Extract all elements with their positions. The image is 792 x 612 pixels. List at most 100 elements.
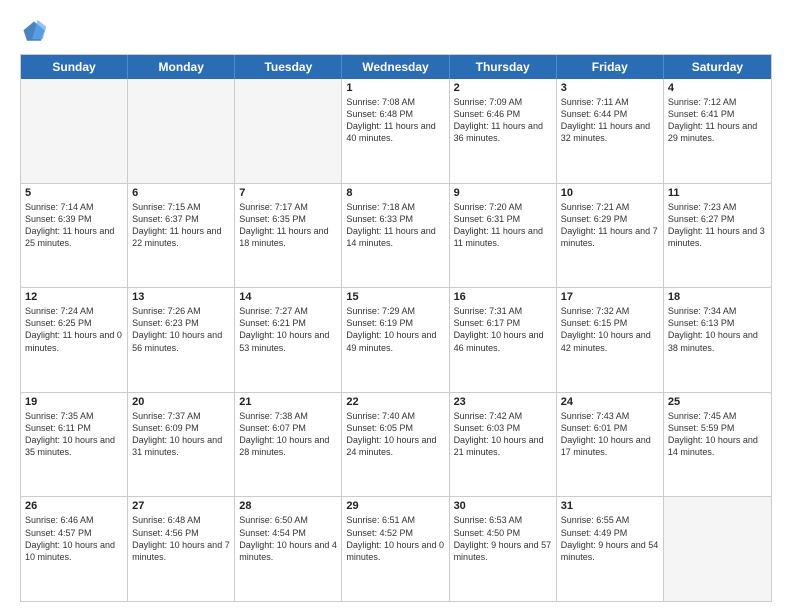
calendar-cell: 4 Sunrise: 7:12 AM Sunset: 6:41 PM Daylig… [664,79,771,183]
day-info: Sunrise: 7:17 AM Sunset: 6:35 PM Dayligh… [239,201,337,250]
calendar-cell: 29Sunrise: 6:51 AM Sunset: 4:52 PM Dayli… [342,497,449,601]
day-number: 7 [239,187,337,199]
day-number: 27 [132,500,230,512]
day-info: Sunrise: 7:29 AM Sunset: 6:19 PM Dayligh… [346,305,444,354]
header-day-saturday: Saturday [664,55,771,79]
week-row-4: 19 Sunrise: 7:35 AM Sunset: 6:11 PM Dayli… [21,393,771,498]
header-day-friday: Friday [557,55,664,79]
day-info: Sunrise: 6:51 AM Sunset: 4:52 PM Dayligh… [346,514,444,563]
day-number: 4 [668,82,767,94]
day-number: 2 [454,82,552,94]
day-info: Sunrise: 7:12 AM Sunset: 6:41 PM Dayligh… [668,96,767,145]
calendar-cell: 5 Sunrise: 7:14 AM Sunset: 6:39 PM Daylig… [21,184,128,288]
day-number: 24 [561,396,659,408]
day-info: Sunrise: 7:15 AM Sunset: 6:37 PM Dayligh… [132,201,230,250]
day-number: 16 [454,291,552,303]
calendar-cell: 24 Sunrise: 7:43 AM Sunset: 6:01 PM Dayli… [557,393,664,497]
day-number: 19 [25,396,123,408]
day-number: 14 [239,291,337,303]
calendar-cell: 3Sunrise: 7:11 AM Sunset: 6:44 PM Daylig… [557,79,664,183]
day-info: Sunrise: 7:26 AM Sunset: 6:23 PM Dayligh… [132,305,230,354]
calendar-cell [128,79,235,183]
day-info: Sunrise: 7:11 AM Sunset: 6:44 PM Dayligh… [561,96,659,145]
day-number: 18 [668,291,767,303]
calendar-cell: 22 Sunrise: 7:40 AM Sunset: 6:05 PM Dayli… [342,393,449,497]
day-info: Sunrise: 7:23 AM Sunset: 6:27 PM Dayligh… [668,201,767,250]
day-info: Sunrise: 7:42 AM Sunset: 6:03 PM Dayligh… [454,410,552,459]
logo-icon [20,18,48,46]
day-info: Sunrise: 6:46 AM Sunset: 4:57 PM Dayligh… [25,514,123,563]
calendar-header: SundayMondayTuesdayWednesdayThursdayFrid… [21,55,771,79]
day-info: Sunrise: 7:35 AM Sunset: 6:11 PM Dayligh… [25,410,123,459]
calendar-cell: 16 Sunrise: 7:31 AM Sunset: 6:17 PM Dayli… [450,288,557,392]
day-number: 23 [454,396,552,408]
day-info: Sunrise: 7:40 AM Sunset: 6:05 PM Dayligh… [346,410,444,459]
day-number: 6 [132,187,230,199]
week-row-2: 5 Sunrise: 7:14 AM Sunset: 6:39 PM Daylig… [21,184,771,289]
day-number: 12 [25,291,123,303]
calendar-cell: 20Sunrise: 7:37 AM Sunset: 6:09 PM Dayli… [128,393,235,497]
page: SundayMondayTuesdayWednesdayThursdayFrid… [0,0,792,612]
day-info: Sunrise: 7:32 AM Sunset: 6:15 PM Dayligh… [561,305,659,354]
day-number: 5 [25,187,123,199]
day-info: Sunrise: 6:48 AM Sunset: 4:56 PM Dayligh… [132,514,230,563]
day-info: Sunrise: 7:20 AM Sunset: 6:31 PM Dayligh… [454,201,552,250]
day-info: Sunrise: 7:24 AM Sunset: 6:25 PM Dayligh… [25,305,123,354]
calendar-cell: 19 Sunrise: 7:35 AM Sunset: 6:11 PM Dayli… [21,393,128,497]
day-number: 9 [454,187,552,199]
week-row-5: 26 Sunrise: 6:46 AM Sunset: 4:57 PM Dayli… [21,497,771,601]
calendar-cell: 18 Sunrise: 7:34 AM Sunset: 6:13 PM Dayli… [664,288,771,392]
calendar-cell: 7 Sunrise: 7:17 AM Sunset: 6:35 PM Daylig… [235,184,342,288]
header-day-monday: Monday [128,55,235,79]
calendar-cell: 30 Sunrise: 6:53 AM Sunset: 4:50 PM Dayli… [450,497,557,601]
day-number: 17 [561,291,659,303]
day-number: 31 [561,500,659,512]
calendar-cell: 15 Sunrise: 7:29 AM Sunset: 6:19 PM Dayli… [342,288,449,392]
calendar-cell: 8Sunrise: 7:18 AM Sunset: 6:33 PM Daylig… [342,184,449,288]
calendar-cell: 27 Sunrise: 6:48 AM Sunset: 4:56 PM Dayli… [128,497,235,601]
calendar-cell: 14Sunrise: 7:27 AM Sunset: 6:21 PM Dayli… [235,288,342,392]
day-info: Sunrise: 7:34 AM Sunset: 6:13 PM Dayligh… [668,305,767,354]
calendar-cell [21,79,128,183]
day-number: 28 [239,500,337,512]
calendar-cell: 2 Sunrise: 7:09 AM Sunset: 6:46 PM Daylig… [450,79,557,183]
day-info: Sunrise: 6:53 AM Sunset: 4:50 PM Dayligh… [454,514,552,563]
calendar-cell: 11 Sunrise: 7:23 AM Sunset: 6:27 PM Dayli… [664,184,771,288]
day-info: Sunrise: 7:14 AM Sunset: 6:39 PM Dayligh… [25,201,123,250]
calendar-cell: 31 Sunrise: 6:55 AM Sunset: 4:49 PM Dayli… [557,497,664,601]
calendar-cell: 13 Sunrise: 7:26 AM Sunset: 6:23 PM Dayli… [128,288,235,392]
calendar-cell: 28 Sunrise: 6:50 AM Sunset: 4:54 PM Dayli… [235,497,342,601]
day-number: 15 [346,291,444,303]
header-day-sunday: Sunday [21,55,128,79]
day-number: 8 [346,187,444,199]
calendar-cell: 12 Sunrise: 7:24 AM Sunset: 6:25 PM Dayli… [21,288,128,392]
day-number: 13 [132,291,230,303]
day-info: Sunrise: 7:31 AM Sunset: 6:17 PM Dayligh… [454,305,552,354]
header-day-tuesday: Tuesday [235,55,342,79]
day-info: Sunrise: 7:09 AM Sunset: 6:46 PM Dayligh… [454,96,552,145]
calendar-cell: 6 Sunrise: 7:15 AM Sunset: 6:37 PM Daylig… [128,184,235,288]
header-day-wednesday: Wednesday [342,55,449,79]
calendar-cell: 10Sunrise: 7:21 AM Sunset: 6:29 PM Dayli… [557,184,664,288]
calendar-cell: 1 Sunrise: 7:08 AM Sunset: 6:48 PM Daylig… [342,79,449,183]
calendar-cell: 23 Sunrise: 7:42 AM Sunset: 6:03 PM Dayli… [450,393,557,497]
day-number: 30 [454,500,552,512]
calendar-cell: 25Sunrise: 7:45 AM Sunset: 5:59 PM Dayli… [664,393,771,497]
calendar-cell [664,497,771,601]
calendar-cell: 9 Sunrise: 7:20 AM Sunset: 6:31 PM Daylig… [450,184,557,288]
day-number: 26 [25,500,123,512]
day-number: 21 [239,396,337,408]
calendar-cell: 17 Sunrise: 7:32 AM Sunset: 6:15 PM Dayli… [557,288,664,392]
day-info: Sunrise: 7:37 AM Sunset: 6:09 PM Dayligh… [132,410,230,459]
day-number: 1 [346,82,444,94]
day-number: 22 [346,396,444,408]
day-info: Sunrise: 6:50 AM Sunset: 4:54 PM Dayligh… [239,514,337,563]
day-info: Sunrise: 7:43 AM Sunset: 6:01 PM Dayligh… [561,410,659,459]
day-info: Sunrise: 7:08 AM Sunset: 6:48 PM Dayligh… [346,96,444,145]
day-number: 11 [668,187,767,199]
day-info: Sunrise: 6:55 AM Sunset: 4:49 PM Dayligh… [561,514,659,563]
calendar-cell: 26 Sunrise: 6:46 AM Sunset: 4:57 PM Dayli… [21,497,128,601]
header-day-thursday: Thursday [450,55,557,79]
header [20,18,772,46]
week-row-3: 12 Sunrise: 7:24 AM Sunset: 6:25 PM Dayli… [21,288,771,393]
